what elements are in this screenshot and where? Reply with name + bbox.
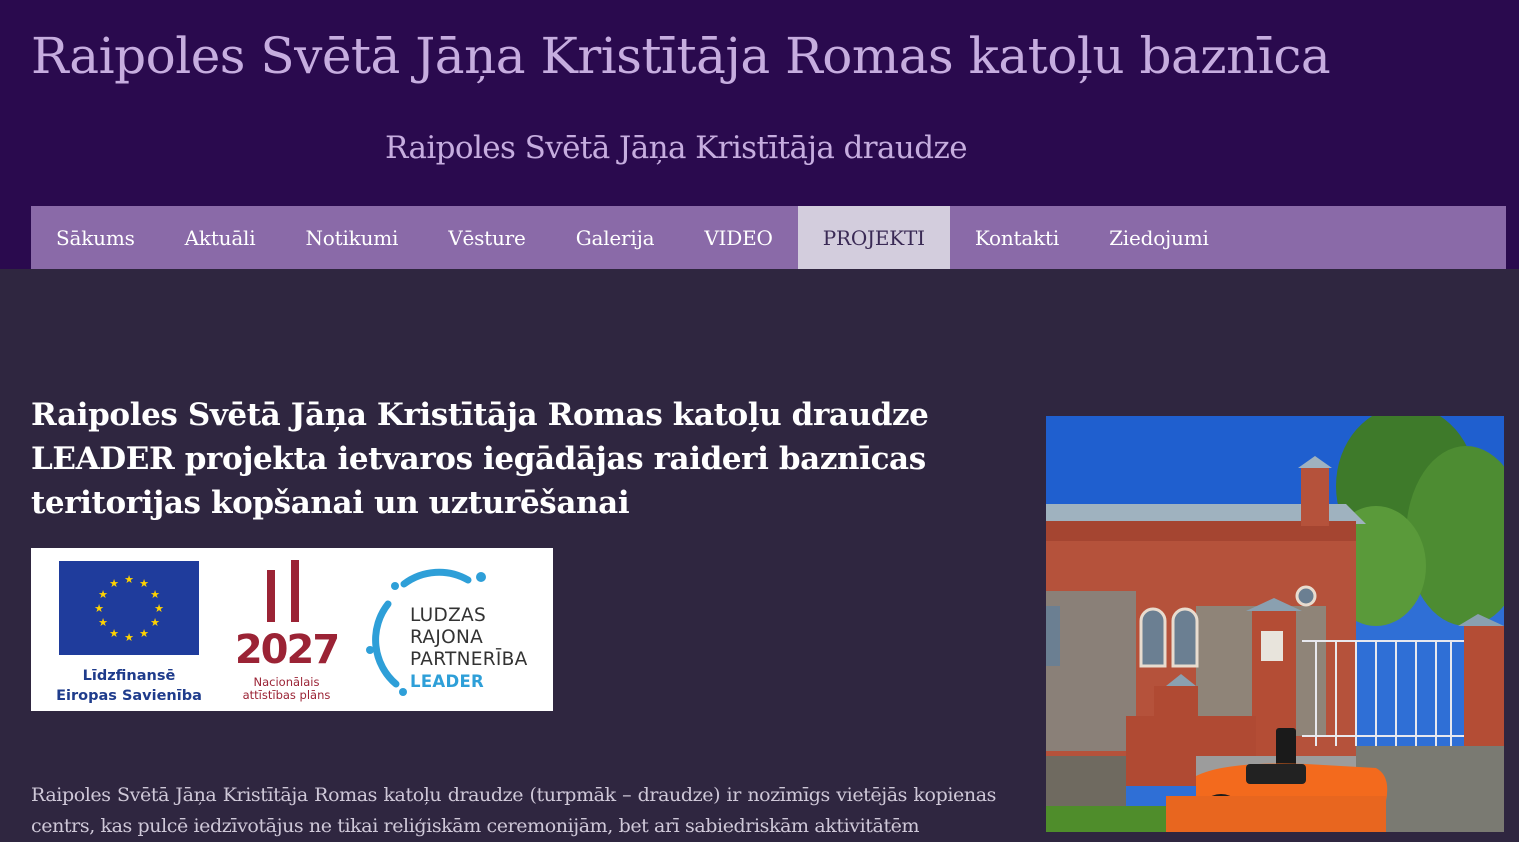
lrp-text-line1: LUDZAS xyxy=(410,605,487,626)
national-plan-text: Nacionālais attīstības plāns xyxy=(229,676,344,702)
nav-item-kontakti[interactable]: Kontakti xyxy=(950,206,1084,269)
church-with-mower-image xyxy=(1046,416,1504,832)
svg-text:★: ★ xyxy=(94,602,104,615)
site-title[interactable]: Raipoles Svētā Jāņa Kristītāja Romas kat… xyxy=(31,22,1331,90)
site-subtitle: Raipoles Svētā Jāņa Kristītāja draudze xyxy=(385,130,968,166)
eu-cofinanced-text: Līdzfinansē Eiropas Savienība xyxy=(41,666,217,706)
nav-item-video[interactable]: VIDEO xyxy=(679,206,797,269)
svg-text:★: ★ xyxy=(150,616,160,629)
nav-item-projekti[interactable]: PROJEKTI xyxy=(797,206,950,269)
nav-item-ziedojumi[interactable]: Ziedojumi xyxy=(1084,206,1234,269)
lrp-text-line3: PARTNERĪBA xyxy=(410,649,528,670)
svg-text:★: ★ xyxy=(139,577,149,590)
article-body: Raipoles Svētā Jāņa Kristītāja Romas kat… xyxy=(31,784,996,837)
svg-text:★: ★ xyxy=(109,627,119,640)
nav-item-vesture[interactable]: Vēsture xyxy=(423,206,550,269)
main-nav: Sākums Aktuāli Notikumi Vēsture Galerija… xyxy=(31,206,1506,269)
svg-text:★: ★ xyxy=(98,588,108,601)
eu-flag-icon: ★ ★ ★ ★ ★ ★ ★ ★ ★ ★ ★ ★ xyxy=(59,561,199,655)
national-plan-year: 2027 xyxy=(234,627,340,673)
np-text-line2: attīstības plāns xyxy=(242,688,331,702)
eu-text-line1: Līdzfinansē xyxy=(82,668,176,684)
nav-item-aktuali[interactable]: Aktuāli xyxy=(160,206,281,269)
svg-text:★: ★ xyxy=(124,573,134,586)
site-header: Raipoles Svētā Jāņa Kristītāja Romas kat… xyxy=(0,0,1519,269)
svg-text:★: ★ xyxy=(109,577,119,590)
svg-text:★: ★ xyxy=(124,631,134,644)
eu-text-line2: Eiropas Savienība xyxy=(56,688,202,704)
funding-logos-image: ★ ★ ★ ★ ★ ★ ★ ★ ★ ★ ★ ★ Līdzfinansē Eiro… xyxy=(31,548,553,711)
svg-text:★: ★ xyxy=(98,616,108,629)
nav-item-notikumi[interactable]: Notikumi xyxy=(280,206,423,269)
lrp-text-line2: RAJONA xyxy=(410,627,484,648)
nav-item-sakums[interactable]: Sākums xyxy=(31,206,160,269)
partnership-text: LUDZAS RAJONA PARTNERĪBA LEADER xyxy=(410,605,528,693)
nav-item-galerija[interactable]: Galerija xyxy=(551,206,680,269)
article-title: Raipoles Svētā Jāņa Kristītāja Romas kat… xyxy=(31,397,929,521)
svg-text:★: ★ xyxy=(154,602,164,615)
svg-text:★: ★ xyxy=(139,627,149,640)
svg-text:★: ★ xyxy=(150,588,160,601)
church-photo[interactable] xyxy=(1046,416,1504,832)
lrp-text-leader: LEADER xyxy=(410,672,485,691)
